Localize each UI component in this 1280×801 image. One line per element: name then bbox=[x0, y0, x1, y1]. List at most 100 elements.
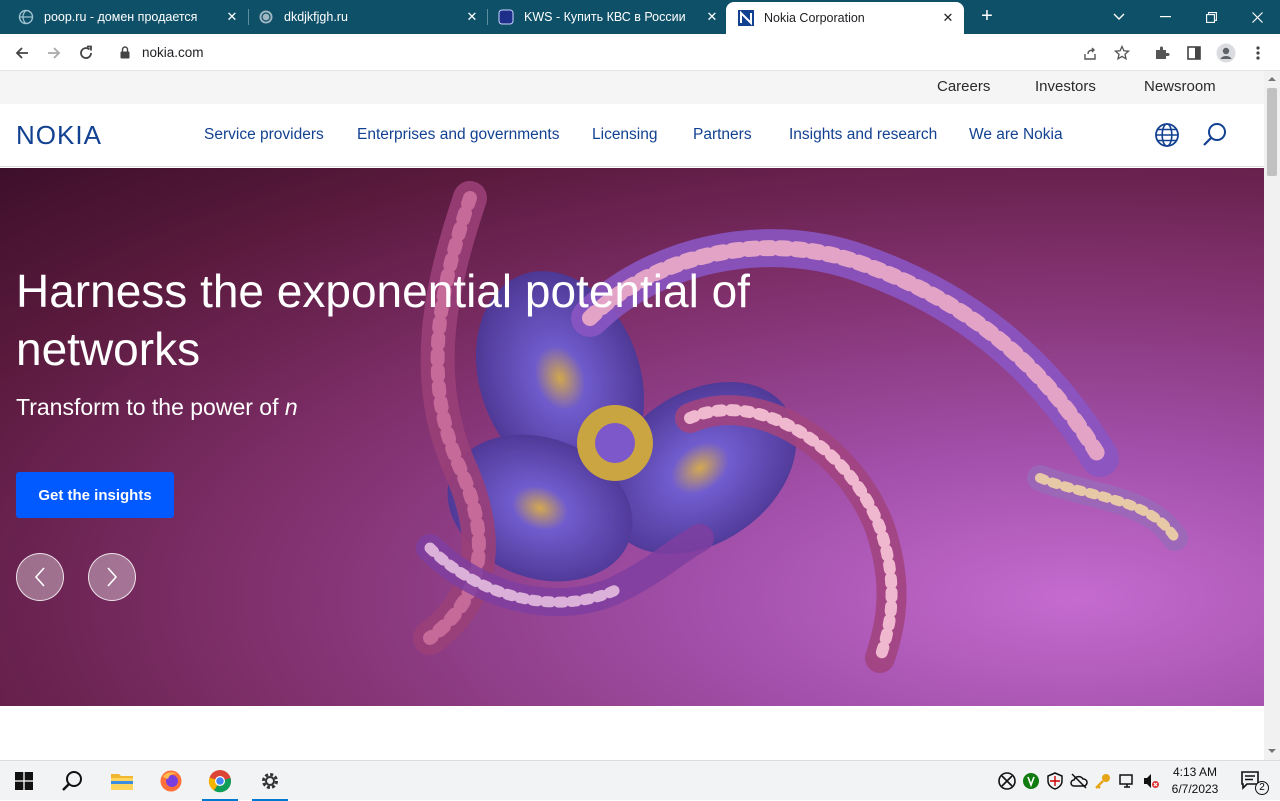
new-tab-button[interactable]: + bbox=[976, 6, 998, 28]
tab-title: dkdjkfjgh.ru bbox=[284, 10, 348, 24]
clock-date: 6/7/2023 bbox=[1171, 782, 1219, 796]
browser-tab-strip: poop.ru - домен продается ✕ dkdjkfjgh.ru… bbox=[0, 0, 1280, 34]
globe-icon bbox=[18, 9, 34, 25]
kebab-menu-icon bbox=[1256, 46, 1260, 60]
newsroom-link[interactable]: Newsroom bbox=[1144, 78, 1216, 95]
nav-service-providers[interactable]: Service providers bbox=[204, 126, 324, 144]
url-text: nokia.com bbox=[142, 45, 204, 60]
file-explorer-icon bbox=[111, 774, 133, 790]
svg-text:NOKIA: NOKIA bbox=[16, 124, 102, 146]
star-icon bbox=[1114, 45, 1130, 61]
nav-insights-research[interactable]: Insights and research bbox=[789, 126, 937, 144]
main-nav: NOKIA Service providers Enterprises and … bbox=[0, 104, 1264, 167]
chrome-icon bbox=[208, 770, 232, 793]
utility-nav: Careers Investors Newsroom bbox=[0, 71, 1264, 104]
bookmark-button[interactable] bbox=[1110, 41, 1134, 65]
flower-art-image bbox=[413, 181, 1188, 673]
avatar-icon bbox=[1216, 43, 1236, 63]
nav-we-are-nokia[interactable]: We are Nokia bbox=[969, 126, 1063, 144]
globe-icon bbox=[259, 10, 273, 24]
tab-title: KWS - Купить КВС в России bbox=[524, 10, 686, 24]
close-window-button[interactable] bbox=[1234, 0, 1280, 34]
xbox-icon[interactable] bbox=[998, 772, 1016, 790]
arrow-right-icon bbox=[48, 47, 61, 59]
hero-subtitle: Transform to the power of n bbox=[16, 394, 298, 421]
browser-toolbar: nokia.com bbox=[0, 34, 1280, 71]
extensions-button[interactable] bbox=[1150, 41, 1174, 65]
chrome-button[interactable] bbox=[196, 761, 244, 801]
close-tab-icon[interactable]: ✕ bbox=[940, 10, 956, 26]
nokia-logo[interactable]: NOKIA bbox=[16, 124, 116, 146]
close-tab-icon[interactable]: ✕ bbox=[464, 9, 480, 25]
share-icon bbox=[1084, 47, 1096, 60]
tab-kws[interactable]: KWS - Купить КВС в России ✕ bbox=[480, 0, 728, 34]
tab-search-chevron-down-icon[interactable] bbox=[1096, 0, 1142, 34]
lock-icon bbox=[120, 46, 130, 59]
firefox-icon bbox=[160, 770, 182, 792]
key-icon[interactable] bbox=[1094, 772, 1112, 790]
network-icon[interactable] bbox=[1118, 772, 1136, 790]
puzzle-icon bbox=[1156, 46, 1170, 59]
carousel-prev-button[interactable] bbox=[16, 553, 64, 601]
settings-icon bbox=[262, 773, 278, 789]
scroll-up-icon[interactable] bbox=[1264, 73, 1280, 85]
clock-time: 4:13 AM bbox=[1172, 765, 1218, 779]
tab-title: Nokia Corporation bbox=[764, 11, 865, 25]
carousel-next-button[interactable] bbox=[88, 553, 136, 601]
investors-link[interactable]: Investors bbox=[1035, 78, 1096, 95]
side-panel-button[interactable] bbox=[1182, 41, 1206, 65]
close-tab-icon[interactable]: ✕ bbox=[704, 9, 720, 25]
share-button[interactable] bbox=[1078, 41, 1102, 65]
vertical-scrollbar[interactable] bbox=[1264, 71, 1280, 760]
restore-button[interactable] bbox=[1188, 0, 1234, 34]
back-button[interactable] bbox=[10, 41, 34, 65]
hero-title: Harness the exponential potential of net… bbox=[16, 265, 750, 375]
arrow-left-icon bbox=[15, 47, 28, 59]
taskbar-search-button[interactable] bbox=[48, 761, 96, 801]
side-panel-icon bbox=[1187, 46, 1201, 60]
menu-button[interactable] bbox=[1246, 41, 1270, 65]
shield-icon[interactable] bbox=[1046, 772, 1064, 790]
tab-title: poop.ru - домен продается bbox=[44, 10, 198, 24]
kws-icon bbox=[498, 9, 514, 25]
get-insights-button[interactable]: Get the insights bbox=[16, 472, 174, 518]
nokia-icon bbox=[738, 10, 754, 26]
reload-icon bbox=[80, 45, 92, 59]
start-button[interactable] bbox=[0, 761, 48, 801]
settings-button[interactable] bbox=[246, 761, 294, 801]
system-clock[interactable]: 4:13 AM 6/7/2023 bbox=[1160, 764, 1230, 798]
profile-button[interactable] bbox=[1214, 41, 1238, 65]
nav-licensing[interactable]: Licensing bbox=[592, 126, 658, 144]
search-icon bbox=[62, 771, 82, 791]
tab-nokia-active[interactable]: Nokia Corporation ✕ bbox=[726, 2, 964, 34]
windows-taskbar: 4:13 AM 6/7/2023 2 bbox=[0, 760, 1280, 801]
web-page: Careers Investors Newsroom NOKIA Service… bbox=[0, 71, 1264, 760]
tray-app-icon[interactable] bbox=[1022, 772, 1040, 790]
nav-enterprises-governments[interactable]: Enterprises and governments bbox=[357, 126, 559, 144]
search-icon[interactable] bbox=[1201, 121, 1229, 149]
firefox-button[interactable] bbox=[147, 761, 195, 801]
close-tab-icon[interactable]: ✕ bbox=[224, 9, 240, 25]
tab-dkdjkfjgh[interactable]: dkdjkfjgh.ru ✕ bbox=[240, 0, 488, 34]
tab-poop[interactable]: poop.ru - домен продается ✕ bbox=[0, 0, 248, 34]
address-bar[interactable]: nokia.com bbox=[108, 39, 1140, 66]
globe-icon[interactable] bbox=[1153, 121, 1181, 149]
notification-count-badge: 2 bbox=[1255, 781, 1269, 795]
hero-subtitle-text: Transform to the power of bbox=[16, 394, 285, 420]
hero-banner: Harness the exponential potential of net… bbox=[0, 168, 1264, 706]
windows-start-icon bbox=[15, 772, 33, 790]
volume-muted-icon[interactable] bbox=[1142, 772, 1160, 790]
chevron-right-icon bbox=[107, 567, 118, 587]
minimize-button[interactable] bbox=[1142, 0, 1188, 34]
careers-link[interactable]: Careers bbox=[937, 78, 990, 95]
chevron-left-icon bbox=[34, 567, 45, 587]
cloud-offline-icon[interactable] bbox=[1070, 772, 1088, 790]
reload-button[interactable] bbox=[74, 41, 98, 65]
forward-button[interactable] bbox=[42, 41, 66, 65]
file-explorer-button[interactable] bbox=[98, 761, 146, 801]
notifications-button[interactable]: 2 bbox=[1232, 761, 1272, 801]
nav-partners[interactable]: Partners bbox=[693, 126, 752, 144]
scroll-down-icon[interactable] bbox=[1264, 745, 1280, 757]
scrollbar-thumb[interactable] bbox=[1267, 88, 1277, 176]
hero-subtitle-italic: n bbox=[284, 394, 298, 420]
